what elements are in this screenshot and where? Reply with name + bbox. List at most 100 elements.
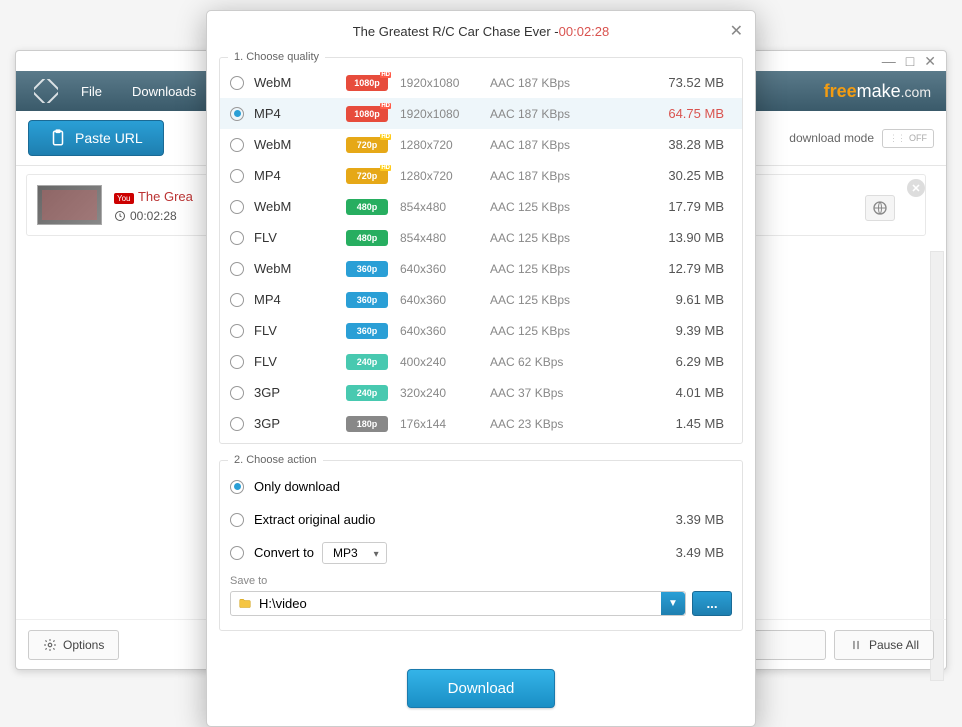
path-dropdown-button[interactable]: ▼ [661,592,685,615]
quality-audio: AAC 23 KBps [490,417,620,431]
quality-audio: AAC 125 KBps [490,200,620,214]
choose-action-group: 2. Choose action Only download Extract o… [219,454,743,631]
maximize-button[interactable]: □ [906,53,914,69]
quality-size: 73.52 MB [620,75,732,90]
quality-row[interactable]: FLV480p854x480AAC 125 KBps13.90 MB [220,222,742,253]
radio-icon [230,386,244,400]
download-button[interactable]: Download [407,669,556,708]
quality-format: MP4 [254,168,324,183]
quality-resolution: 640x360 [400,293,490,307]
footer-button-blank[interactable] [746,630,826,660]
action-convert-to[interactable]: Convert to MP3 3.49 MB [220,536,742,569]
quality-resolution: 1920x1080 [400,76,490,90]
quality-row[interactable]: WebM480p854x480AAC 125 KBps17.79 MB [220,191,742,222]
quality-badge-icon: 480p [346,230,388,246]
quality-row[interactable]: WebM720p1280x720AAC 187 KBps38.28 MB [220,129,742,160]
quality-format: WebM [254,75,324,90]
quality-resolution: 1280x720 [400,138,490,152]
radio-icon [230,262,244,276]
radio-icon [230,169,244,183]
radio-icon [230,293,244,307]
quality-audio: AAC 187 KBps [490,138,620,152]
quality-format: MP4 [254,106,324,121]
convert-format-select[interactable]: MP3 [322,542,387,564]
choose-action-legend: 2. Choose action [228,454,323,466]
quality-audio: AAC 125 KBps [490,231,620,245]
pause-all-button[interactable]: Pause All [834,630,934,660]
quality-row[interactable]: 3GP180p176x144AAC 23 KBps1.45 MB [220,408,742,439]
quality-format: WebM [254,261,324,276]
clipboard-icon [49,129,67,147]
gear-icon [43,638,57,652]
quality-badge-icon: 720p [346,168,388,184]
quality-row[interactable]: FLV360p640x360AAC 125 KBps9.39 MB [220,315,742,346]
quality-size: 1.45 MB [620,416,732,431]
choose-quality-group: 1. Choose quality WebM1080p1920x1080AAC … [219,51,743,444]
quality-audio: AAC 187 KBps [490,107,620,121]
quality-row[interactable]: MP41080p1920x1080AAC 187 KBps64.75 MB [220,98,742,129]
quality-badge-icon: 360p [346,261,388,277]
quality-resolution: 640x360 [400,262,490,276]
radio-icon [230,480,244,494]
quality-audio: AAC 187 KBps [490,76,620,90]
quality-badge-icon: 1080p [346,106,388,122]
close-button[interactable]: ✕ [924,53,936,70]
quality-audio: AAC 125 KBps [490,324,620,338]
quality-badge-icon: 480p [346,199,388,215]
youtube-badge-icon: You [114,193,134,204]
toggle-off-icon[interactable]: ⋮⋮OFF [882,129,934,148]
quality-resolution: 176x144 [400,417,490,431]
quality-format: 3GP [254,416,324,431]
action-extract-audio[interactable]: Extract original audio 3.39 MB [220,503,742,536]
radio-icon [230,76,244,90]
folder-icon [237,597,253,611]
quality-size: 12.79 MB [620,261,732,276]
quality-badge-icon: 360p [346,323,388,339]
quality-format: 3GP [254,385,324,400]
quality-size: 30.25 MB [620,168,732,183]
quality-resolution: 854x480 [400,200,490,214]
quality-resolution: 854x480 [400,231,490,245]
quality-size: 9.39 MB [620,323,732,338]
quality-resolution: 1920x1080 [400,107,490,121]
quality-badge-icon: 1080p [346,75,388,91]
quality-row[interactable]: MP4 720p 1280x720AAC 187 KBps30.25 MB [220,160,742,191]
quality-row[interactable]: FLV240p400x240AAC 62 KBps6.29 MB [220,346,742,377]
quality-size: 9.61 MB [620,292,732,307]
minimize-button[interactable]: — [882,53,896,69]
quality-badge-icon: 360p [346,292,388,308]
radio-icon [230,546,244,560]
quality-dialog: The Greatest R/C Car Chase Ever - 00:02:… [206,10,756,727]
quality-row[interactable]: 3GP240p320x240AAC 37 KBps4.01 MB [220,377,742,408]
browse-button[interactable]: ... [692,591,732,616]
quality-format: WebM [254,199,324,214]
action-only-download[interactable]: Only download [220,470,742,503]
download-mode-toggle[interactable]: download mode ⋮⋮OFF [789,129,934,148]
save-path-input[interactable]: H:\video ▼ [230,591,686,616]
options-button[interactable]: Options [28,630,119,660]
radio-icon [230,513,244,527]
scrollbar[interactable] [930,251,944,681]
remove-item-button[interactable]: ✕ [907,179,925,197]
quality-row[interactable]: WebM 360p 640x360AAC 125 KBps12.79 MB [220,253,742,284]
radio-icon [230,200,244,214]
paste-url-button[interactable]: Paste URL [28,120,164,156]
menu-file[interactable]: File [66,84,117,99]
open-in-browser-button[interactable] [865,195,895,221]
convert-size: 3.49 MB [387,545,732,560]
quality-audio: AAC 187 KBps [490,169,620,183]
menu-downloads[interactable]: Downloads [117,84,211,99]
quality-resolution: 1280x720 [400,169,490,183]
quality-badge-icon: 240p [346,385,388,401]
quality-format: FLV [254,323,324,338]
quality-resolution: 320x240 [400,386,490,400]
quality-audio: AAC 125 KBps [490,262,620,276]
video-thumbnail-icon [37,185,102,225]
quality-badge-icon: 240p [346,354,388,370]
dialog-close-button[interactable]: ✕ [730,21,743,41]
clock-icon [114,210,126,222]
quality-size: 4.01 MB [620,385,732,400]
quality-badge-icon: 720p [346,137,388,153]
quality-row[interactable]: WebM 1080p 1920x1080AAC 187 KBps73.52 MB [220,67,742,98]
quality-row[interactable]: MP4360p640x360AAC 125 KBps9.61 MB [220,284,742,315]
